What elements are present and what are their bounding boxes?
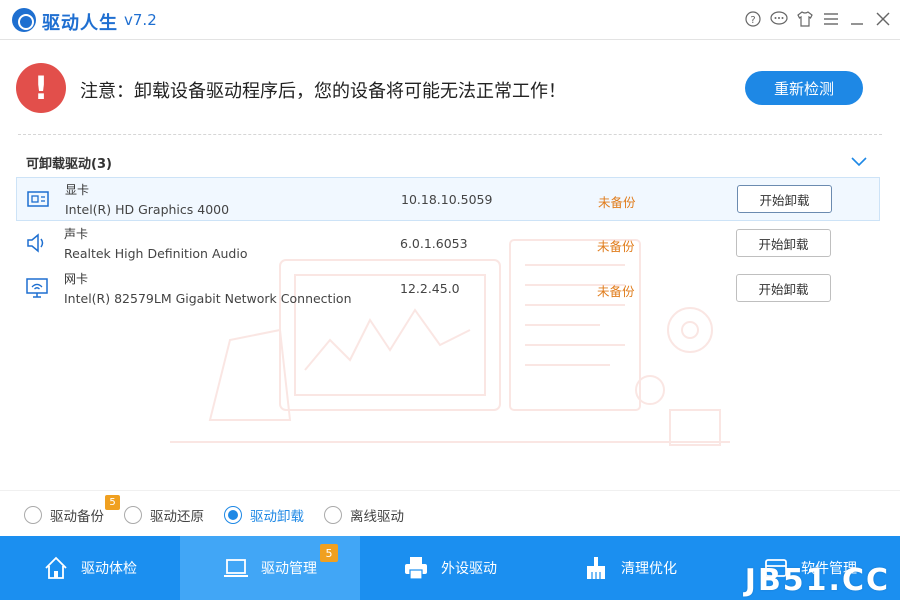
radio-driver-restore[interactable]: 驱动还原: [124, 505, 204, 525]
radio-driver-uninstall[interactable]: 驱动卸载: [224, 505, 304, 525]
warning-message: 注意：卸载设备驱动程序后，您的设备将可能无法正常工作！: [80, 81, 566, 102]
window-controls: ?: [744, 8, 892, 30]
driver-model: Intel(R) 82579LM Gigabit Network Connect…: [64, 291, 352, 306]
radio-driver-backup[interactable]: 驱动备份: [24, 505, 104, 525]
menu-icon[interactable]: [822, 8, 840, 30]
title-bar: 驱动人生 v7.2 ?: [0, 0, 900, 40]
nav-label: 驱动体检: [81, 561, 137, 577]
speaker-icon: [27, 233, 44, 253]
watermark: JB51.CC: [744, 563, 890, 598]
uninstall-button[interactable]: 开始卸载: [736, 274, 831, 302]
driver-row[interactable]: 声卡 Realtek High Definition Audio 6.0.1.6…: [16, 222, 880, 266]
home-icon: [45, 556, 67, 579]
driver-category: 声卡: [64, 227, 89, 241]
nav-cleanup-optimize[interactable]: 清理优化: [540, 536, 720, 600]
feedback-icon[interactable]: [770, 8, 788, 30]
radio-circle[interactable]: [224, 506, 242, 524]
count-badge: 5: [105, 495, 120, 510]
nav-label: 外设驱动: [441, 561, 497, 577]
radio-label: 驱动卸载: [250, 509, 304, 525]
backup-status: 未备份: [597, 284, 635, 299]
radio-circle[interactable]: [324, 506, 342, 524]
radio-label: 驱动备份: [50, 509, 104, 525]
chevron-down-icon[interactable]: [850, 154, 868, 168]
divider: [18, 134, 882, 135]
mode-selector: 驱动备份 5 驱动还原 驱动卸载 离线驱动: [0, 490, 900, 536]
nav-peripheral-driver[interactable]: 外设驱动: [360, 536, 540, 600]
driver-model: Intel(R) HD Graphics 4000: [65, 202, 230, 217]
driver-version: 6.0.1.6053: [400, 236, 468, 251]
radio-label: 离线驱动: [350, 509, 404, 525]
uninstall-button[interactable]: 开始卸载: [737, 185, 832, 213]
app-logo-icon: [12, 8, 36, 32]
recheck-button[interactable]: 重新检测: [745, 71, 863, 105]
printer-icon: [405, 557, 427, 580]
minimize-icon[interactable]: [848, 8, 866, 30]
svg-text:?: ?: [750, 15, 755, 26]
driver-row[interactable]: 显卡 Intel(R) HD Graphics 4000 10.18.10.50…: [16, 177, 880, 221]
driver-model: Realtek High Definition Audio: [64, 246, 248, 261]
driver-version: 10.18.10.5059: [401, 192, 493, 207]
radio-label: 驱动还原: [150, 509, 204, 525]
count-badge: 5: [320, 544, 338, 562]
warning-icon: !: [16, 63, 66, 113]
radio-circle[interactable]: [24, 506, 42, 524]
nav-driver-checkup[interactable]: 驱动体检: [0, 536, 180, 600]
app-name: 驱动人生: [42, 13, 118, 34]
network-card-icon: [26, 278, 48, 298]
driver-version: 12.2.45.0: [400, 281, 460, 296]
help-icon[interactable]: ?: [744, 8, 762, 30]
laptop-icon: [224, 559, 248, 577]
app-version: v7.2: [124, 11, 157, 29]
radio-offline-driver[interactable]: 离线驱动: [324, 505, 404, 525]
radio-circle[interactable]: [124, 506, 142, 524]
close-icon[interactable]: [874, 8, 892, 30]
section-title: 可卸载驱动(3): [26, 157, 112, 172]
backup-status: 未备份: [597, 239, 635, 254]
nav-label: 清理优化: [621, 561, 677, 577]
backup-status: 未备份: [598, 195, 636, 210]
nav-label: 驱动管理: [261, 561, 317, 577]
broom-icon: [587, 557, 605, 579]
nav-driver-management[interactable]: 驱动管理 5: [180, 536, 360, 600]
driver-row[interactable]: 网卡 Intel(R) 82579LM Gigabit Network Conn…: [16, 267, 880, 311]
driver-category: 显卡: [65, 183, 90, 197]
display-card-icon: [27, 191, 49, 207]
driver-category: 网卡: [64, 272, 89, 286]
skin-icon[interactable]: [796, 8, 814, 30]
uninstall-button[interactable]: 开始卸载: [736, 229, 831, 257]
